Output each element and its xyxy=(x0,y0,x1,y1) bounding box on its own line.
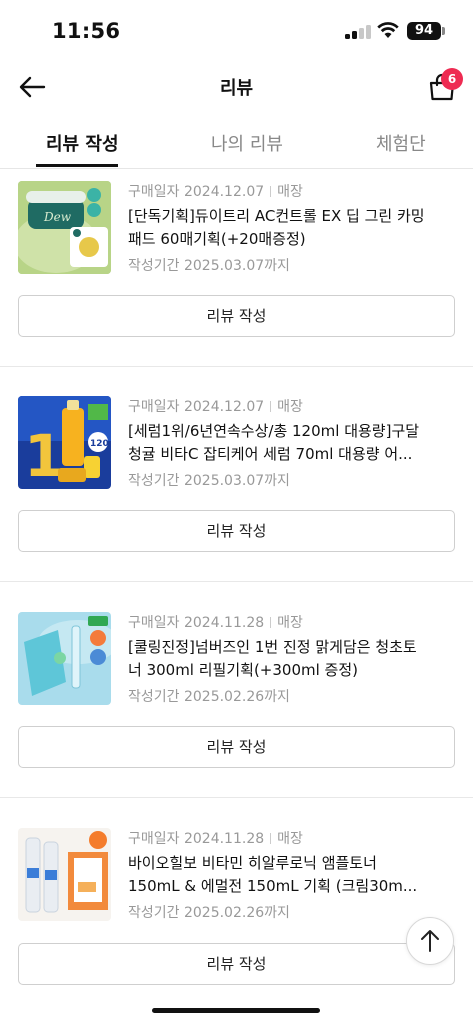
header: 리뷰 xyxy=(0,60,473,114)
review-deadline: 작성기간 2025.02.26까지 xyxy=(128,689,290,705)
product-image[interactable] xyxy=(18,612,111,705)
page-title: 리뷰 xyxy=(219,78,254,99)
product-image[interactable]: 1 120 xyxy=(18,396,111,489)
purchase-channel: 매장 xyxy=(277,831,303,847)
tab-experience-group[interactable]: 체험단 xyxy=(376,130,426,156)
cellular-signal-icon xyxy=(345,25,373,39)
status-bar: 11:56 94 xyxy=(0,0,473,60)
tab-my-reviews[interactable]: 나의 리뷰 xyxy=(211,130,283,156)
purchase-date: 구매일자 2024.11.28 xyxy=(128,831,265,847)
purchase-info: 구매일자 2024.12.07 매장 xyxy=(128,396,303,416)
tab-bar: 리뷰 작성 나의 리뷰 체험단 xyxy=(0,118,473,169)
write-review-button[interactable]: 리뷰 작성 xyxy=(18,943,455,985)
review-deadline: 작성기간 2025.03.07까지 xyxy=(128,473,290,489)
active-tab-indicator xyxy=(36,164,118,167)
purchase-date: 구매일자 2024.12.07 xyxy=(128,399,265,415)
cart-count-badge: 6 xyxy=(441,68,463,90)
home-indicator xyxy=(152,1008,320,1013)
scroll-to-top-button[interactable] xyxy=(406,917,454,965)
wifi-icon xyxy=(377,22,399,38)
write-review-button[interactable]: 리뷰 작성 xyxy=(18,295,455,337)
tab-write-review[interactable]: 리뷰 작성 xyxy=(46,130,119,156)
purchase-info: 구매일자 2024.11.28 매장 xyxy=(128,612,303,632)
product-image[interactable]: Dew xyxy=(18,181,111,274)
purchase-info: 구매일자 2024.11.28 매장 xyxy=(128,828,303,848)
product-name[interactable]: [단독기획]듀이트리 AC컨트롤 EX 딥 그린 카밍 패드 60매기획(+20… xyxy=(128,205,428,251)
product-name[interactable]: 바이오힐보 비타민 히알루로닉 앰플토너 150mL & 에멀전 150mL 기… xyxy=(128,852,428,898)
purchase-info: 구매일자 2024.12.07 매장 xyxy=(128,181,303,201)
purchase-channel: 매장 xyxy=(277,399,303,415)
battery-icon: 94 xyxy=(407,22,441,40)
product-image[interactable] xyxy=(18,828,111,921)
status-time: 11:56 xyxy=(52,19,121,43)
purchase-date: 구매일자 2024.11.28 xyxy=(128,615,265,631)
review-deadline: 작성기간 2025.02.26까지 xyxy=(128,905,290,921)
svg-text:120: 120 xyxy=(90,439,109,449)
write-review-button[interactable]: 리뷰 작성 xyxy=(18,510,455,552)
divider xyxy=(0,366,473,367)
write-review-button[interactable]: 리뷰 작성 xyxy=(18,726,455,768)
purchase-date: 구매일자 2024.12.07 xyxy=(128,184,265,200)
battery-tip xyxy=(442,27,445,35)
svg-text:Dew: Dew xyxy=(43,210,72,224)
review-deadline: 작성기간 2025.03.07까지 xyxy=(128,258,290,274)
divider xyxy=(0,581,473,582)
product-name[interactable]: [세럼1위/6년연속수상/총 120ml 대용량]구달 청귤 비타C 잡티케어 … xyxy=(128,420,428,466)
purchase-channel: 매장 xyxy=(277,184,303,200)
product-name[interactable]: [쿨링진정]넘버즈인 1번 진정 맑게담은 청초토너 300ml 리필기획(+3… xyxy=(128,636,428,682)
purchase-channel: 매장 xyxy=(277,615,303,631)
divider xyxy=(0,797,473,798)
arrow-up-icon xyxy=(421,930,439,952)
